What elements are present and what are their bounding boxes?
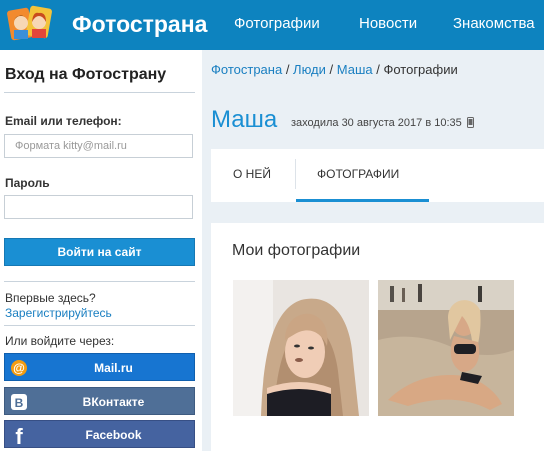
photo-thumbnail[interactable]	[233, 280, 369, 416]
nav-photos[interactable]: Фотографии	[234, 15, 320, 32]
breadcrumb-separator: /	[282, 62, 294, 77]
svg-text:@: @	[13, 361, 25, 375]
divider	[4, 92, 195, 93]
svg-text:f: f	[15, 424, 23, 447]
divider	[4, 281, 195, 282]
login-title: Вход на Фотострану	[5, 66, 167, 83]
profile-tabs: О НЕЙ ФОТОГРАФИИ	[211, 149, 544, 202]
vk-icon: B	[5, 388, 33, 416]
register-link[interactable]: Зарегистрируйтесь	[5, 306, 112, 320]
divider	[4, 325, 195, 326]
mailru-login-button[interactable]: @ Mail.ru	[4, 353, 195, 381]
breadcrumb-separator: /	[372, 62, 384, 77]
last-seen: заходила 30 августа 2017 в 10:35	[291, 117, 474, 129]
photos-title: Мои фотографии	[232, 242, 361, 259]
email-field[interactable]: Формата kitty@mail.ru	[4, 134, 193, 158]
first-time-text: Впервые здесь?	[5, 291, 96, 305]
breadcrumb-link-home[interactable]: Фотострана	[211, 62, 282, 77]
login-via-text: Или войдите через:	[5, 334, 115, 348]
login-sidebar: Вход на Фотострану Email или телефон: Фо…	[0, 50, 202, 451]
tab-photos[interactable]: ФОТОГРАФИИ	[317, 149, 399, 202]
breadcrumb-link-people[interactable]: Люди	[293, 62, 326, 77]
vk-login-button[interactable]: B ВКонтакте	[4, 387, 195, 415]
facebook-login-button[interactable]: f Facebook	[4, 420, 195, 448]
svg-text:B: B	[15, 396, 24, 410]
facebook-icon: f	[5, 421, 33, 449]
photo-image	[233, 280, 369, 416]
last-seen-text: заходила 30 августа 2017 в 10:35	[291, 117, 462, 129]
photos-panel: Мои фотографии	[211, 223, 544, 451]
logo-icon[interactable]	[6, 3, 56, 47]
active-tab-indicator	[296, 199, 429, 202]
breadcrumb-link-user[interactable]: Маша	[337, 62, 373, 77]
breadcrumb-separator: /	[325, 62, 337, 77]
password-label: Пароль	[5, 176, 50, 190]
email-label: Email или телефон:	[5, 114, 122, 128]
breadcrumb-current: Фотографии	[383, 62, 458, 77]
brand-logo-text[interactable]: Фотострана	[72, 11, 207, 38]
nav-news[interactable]: Новости	[359, 15, 417, 32]
main-content: Фотострана / Люди / Маша / Фотографии Ма…	[202, 50, 544, 451]
mobile-phone-icon	[466, 117, 474, 128]
tab-separator	[295, 159, 296, 189]
at-icon: @	[5, 354, 33, 382]
tab-about[interactable]: О НЕЙ	[233, 149, 271, 202]
mailru-label: Mail.ru	[94, 361, 133, 375]
breadcrumb: Фотострана / Люди / Маша / Фотографии	[211, 62, 458, 77]
photo-image	[378, 280, 514, 416]
password-field[interactable]	[4, 195, 193, 219]
profile-name[interactable]: Маша	[211, 106, 277, 134]
top-header: Фотострана Фотографии Новости Знакомства	[0, 0, 544, 50]
login-button[interactable]: Войти на сайт	[4, 238, 195, 266]
nav-dating[interactable]: Знакомства	[453, 15, 535, 32]
photo-thumbnail[interactable]	[378, 280, 514, 416]
vk-label: ВКонтакте	[82, 395, 145, 409]
facebook-label: Facebook	[85, 428, 142, 442]
